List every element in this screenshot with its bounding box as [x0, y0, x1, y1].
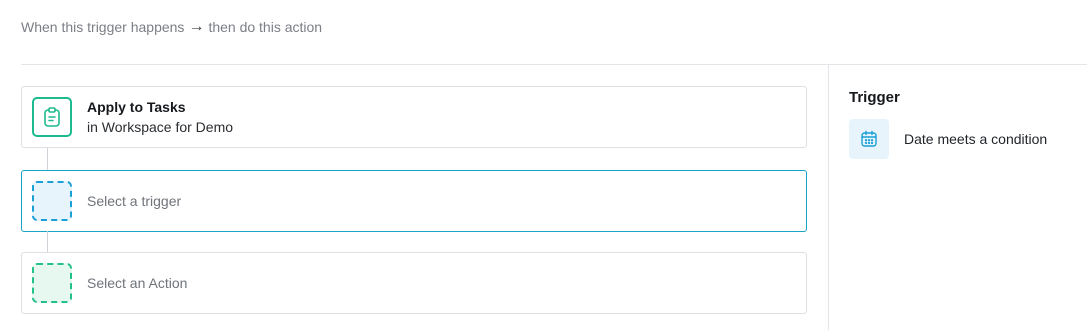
trigger-option-date[interactable]: Date meets a condition [849, 119, 1047, 159]
select-trigger-label: Select a trigger [87, 193, 182, 209]
trigger-description: When this trigger happens [21, 19, 185, 35]
action-text: Select an Action [87, 253, 187, 313]
panel-divider [828, 65, 829, 330]
trigger-panel-title: Trigger [849, 89, 900, 106]
apply-to-title: Apply to Tasks [87, 99, 186, 115]
calendar-icon [849, 119, 889, 159]
apply-to-card[interactable]: Apply to Tasks in Workspace for Demo [21, 86, 807, 148]
automation-builder: When this trigger happens → then do this… [0, 0, 1087, 330]
header-divider [21, 64, 1087, 65]
apply-to-subtitle: in Workspace for Demo [87, 119, 234, 135]
apply-to-text: Apply to Tasks in Workspace for Demo [87, 87, 233, 147]
trigger-option-label: Date meets a condition [904, 131, 1048, 147]
trigger-text: Select a trigger [87, 171, 181, 231]
arrow-right-icon: → [188, 18, 205, 35]
flow-description: When this trigger happens → then do this… [21, 16, 322, 38]
select-action-label: Select an Action [87, 275, 188, 291]
action-description: then do this action [208, 19, 323, 35]
flow-connector [47, 148, 48, 170]
flow-connector [47, 231, 48, 252]
select-trigger-card[interactable]: Select a trigger [21, 170, 807, 232]
action-placeholder-icon [32, 263, 72, 303]
select-action-card[interactable]: Select an Action [21, 252, 807, 314]
clipboard-icon [32, 97, 72, 137]
trigger-placeholder-icon [32, 181, 72, 221]
